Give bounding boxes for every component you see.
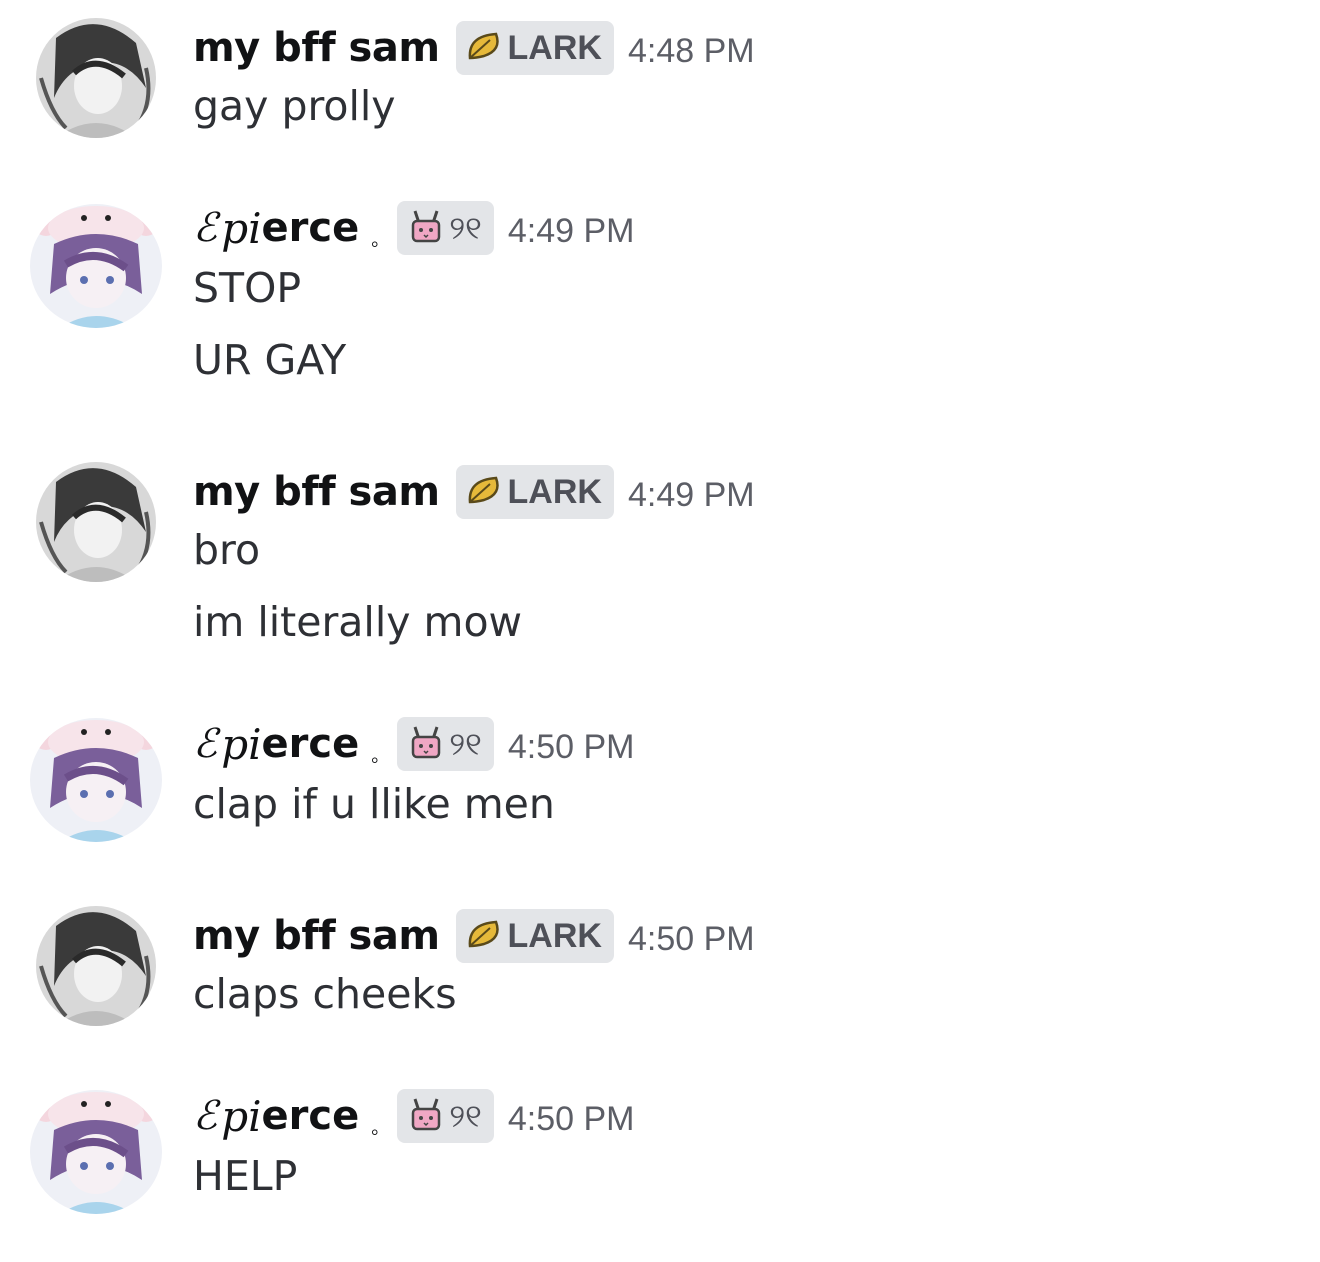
role-tag[interactable]: LARK: [455, 909, 614, 963]
avatar-sam[interactable]: [36, 462, 156, 582]
message-text: gay prolly: [193, 82, 396, 130]
avatar-pierce-icon: [30, 204, 162, 328]
leaf-icon: [466, 918, 504, 954]
message-text: clap if u llike men: [193, 780, 555, 828]
username[interactable]: my bff sam: [193, 913, 440, 959]
timestamp: 4:49 PM: [507, 211, 635, 250]
username-script-part[interactable]: pi: [221, 720, 261, 769]
message-text: im literally mow: [193, 598, 523, 646]
message-header: ℰ pi erce 。 ୨୧ 4:50 PM: [193, 714, 634, 774]
role-tag[interactable]: ୨୧: [397, 1089, 494, 1143]
role-tag[interactable]: ୨୧: [397, 717, 494, 771]
role-tag[interactable]: LARK: [455, 465, 614, 519]
role-tag-label: LARK: [507, 28, 602, 67]
avatar-pierce[interactable]: [30, 204, 162, 328]
username-script-part[interactable]: pi: [221, 204, 261, 253]
message-header: my bff sam LARK 4:49 PM: [193, 462, 755, 522]
role-tag-label: ୨୧: [449, 724, 482, 763]
message-text: claps cheeks: [193, 970, 457, 1018]
username[interactable]: erce: [262, 721, 360, 767]
role-tag[interactable]: ୨୧: [397, 201, 494, 255]
leaf-icon: [466, 474, 504, 510]
timestamp: 4:50 PM: [627, 919, 755, 958]
timestamp: 4:50 PM: [507, 727, 635, 766]
username[interactable]: my bff sam: [193, 469, 440, 515]
username-suffix: 。: [371, 230, 390, 251]
avatar-pierce[interactable]: [30, 718, 162, 842]
role-tag-label: ୨୧: [449, 1096, 482, 1135]
username-prefix-glyph: ℰ: [193, 1093, 218, 1139]
message-header: ℰ pi erce 。 ୨୧ 4:49 PM: [193, 198, 634, 258]
message-text: STOP: [193, 264, 302, 312]
message-text: HELP: [193, 1152, 298, 1200]
avatar-sam[interactable]: [36, 906, 156, 1026]
bunny-icon: [407, 209, 445, 247]
bunny-icon: [407, 1097, 445, 1135]
username[interactable]: erce: [262, 205, 360, 251]
role-tag-label: ୨୧: [449, 208, 482, 247]
avatar-sam-icon: [36, 462, 156, 582]
timestamp: 4:50 PM: [507, 1099, 635, 1138]
role-tag-label: LARK: [507, 472, 602, 511]
message-text: UR GAY: [193, 336, 347, 384]
timestamp: 4:48 PM: [627, 31, 755, 70]
role-tag-label: LARK: [507, 916, 602, 955]
username-prefix-glyph: ℰ: [193, 205, 218, 251]
message-header: ℰ pi erce 。 ୨୧ 4:50 PM: [193, 1086, 634, 1146]
bunny-icon: [407, 725, 445, 763]
username-suffix: 。: [371, 746, 390, 767]
avatar-pierce-icon: [30, 718, 162, 842]
username-script-part[interactable]: pi: [221, 1092, 261, 1141]
message-text: bro: [193, 526, 261, 574]
role-tag[interactable]: LARK: [455, 21, 614, 75]
username-suffix: 。: [371, 1118, 390, 1139]
avatar-pierce-icon: [30, 1090, 162, 1214]
username[interactable]: erce: [262, 1093, 360, 1139]
username[interactable]: my bff sam: [193, 25, 440, 71]
avatar-pierce[interactable]: [30, 1090, 162, 1214]
username-prefix-glyph: ℰ: [193, 721, 218, 767]
message-header: my bff sam LARK 4:48 PM: [193, 18, 755, 78]
avatar-sam-icon: [36, 18, 156, 138]
avatar-sam-icon: [36, 906, 156, 1026]
message-header: my bff sam LARK 4:50 PM: [193, 906, 755, 966]
leaf-icon: [466, 30, 504, 66]
timestamp: 4:49 PM: [627, 475, 755, 514]
avatar-sam[interactable]: [36, 18, 156, 138]
